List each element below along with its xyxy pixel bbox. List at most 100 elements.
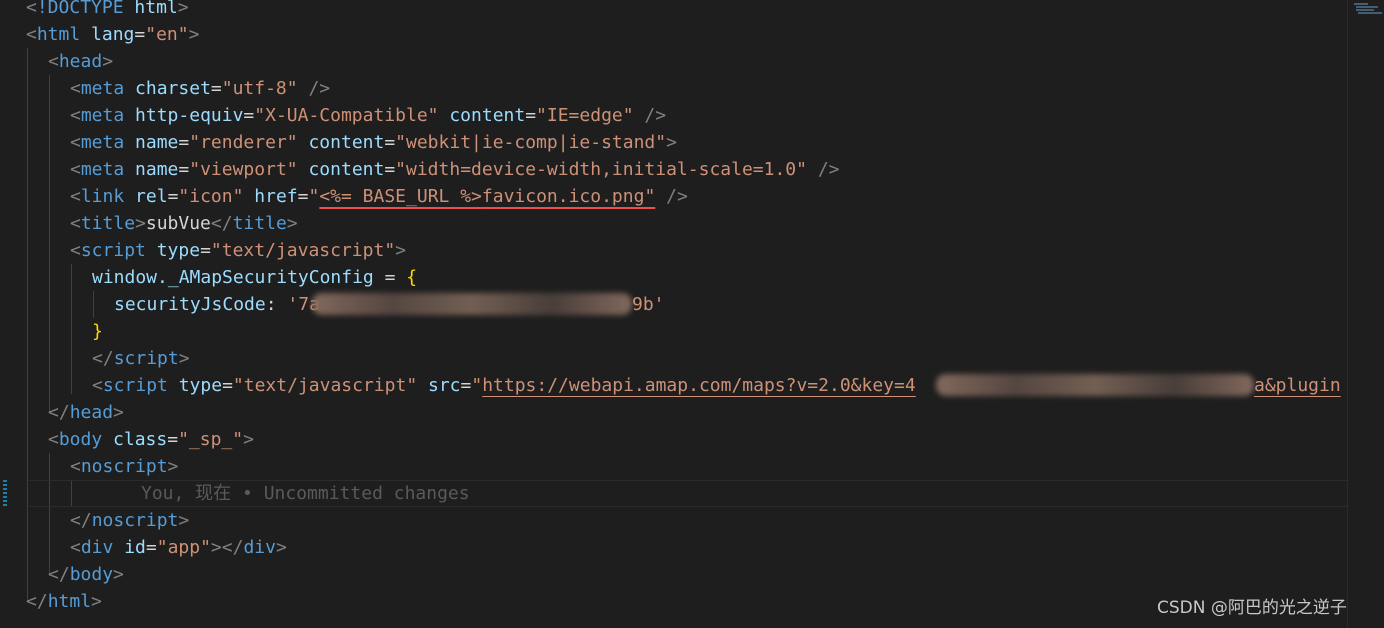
code-editor[interactable]: <!DOCTYPE html> <html lang="en"> <head> … [0, 0, 1347, 628]
code-line[interactable]: <div id="app"></div> [70, 534, 287, 561]
indent-guide [49, 75, 50, 412]
code-line[interactable]: <meta charset="utf-8" /> [70, 75, 330, 102]
token-bracket: < [70, 78, 81, 99]
token-bracket: < [70, 213, 81, 234]
token-value: "en" [145, 24, 189, 45]
token-bracket: < [48, 429, 59, 450]
csdn-watermark: CSDN @阿巴的光之逆子 [1157, 598, 1347, 618]
token-bracket: /> [655, 186, 688, 207]
token-bracket: < [70, 186, 81, 207]
token-attribute: type [178, 375, 223, 396]
token-bracket: < [26, 0, 37, 18]
token-attribute: charset [135, 78, 211, 99]
token-doctype: !DOCTYPE [36, 0, 124, 18]
token-bracket: < [70, 105, 81, 126]
token-tag: div [243, 537, 276, 558]
token-value: "IE=edge" [536, 105, 634, 126]
token-tag: html [36, 24, 81, 45]
token-tag: script [80, 240, 146, 261]
script-src-link[interactable]: https://webapi.amap.com/maps?v=2.0&key=4 [482, 375, 915, 396]
token-tag: meta [80, 105, 125, 126]
token-bracket: > [178, 348, 190, 369]
code-line[interactable]: <body class="_sp_"> [48, 426, 254, 453]
token-operator: = [178, 159, 190, 180]
token-operator: = [525, 105, 537, 126]
token-tag: head [69, 402, 114, 423]
token-attribute: src [428, 375, 461, 396]
uncommitted-change-marker [3, 480, 7, 507]
token-value: " [308, 186, 320, 207]
token-attribute: html [134, 0, 178, 18]
token-tag: link [80, 186, 125, 207]
token-value: "X-UA-Compatible" [254, 105, 439, 126]
token-bracket: > [210, 537, 222, 558]
code-line[interactable]: </head> [48, 399, 124, 426]
code-line[interactable]: <noscript> [70, 453, 178, 480]
code-line[interactable]: <meta http-equiv="X-UA-Compatible" conte… [70, 102, 666, 129]
redacted-api-key [936, 374, 1254, 396]
token-bracket: /> [297, 78, 331, 99]
token-value: "text/javascript" [232, 375, 418, 396]
minimap-line [1356, 9, 1374, 11]
token-bracket: > [91, 591, 102, 612]
code-line[interactable]: } [92, 318, 103, 345]
code-line[interactable]: <html lang="en"> [26, 21, 199, 48]
token-tag: body [58, 429, 103, 450]
token-attribute: type [156, 240, 201, 261]
token-operator: = [384, 159, 396, 180]
code-line[interactable]: You, 现在 • Uncommitted changes [141, 480, 470, 507]
token-bracket: </ [92, 348, 114, 369]
token-attribute: lang [91, 24, 135, 45]
code-line[interactable]: <title>subVue</title> [70, 210, 298, 237]
token-tag: title [232, 213, 287, 234]
token-bracket: > [243, 429, 254, 450]
token-identifier: window._AMapSecurityConfig [92, 267, 374, 288]
token-bracket: > [666, 132, 677, 153]
token-operator: = [384, 132, 396, 153]
code-line[interactable]: </html> [26, 588, 102, 615]
token-bracket: > [135, 213, 146, 234]
code-line[interactable]: <link rel="icon" href="<%= BASE_URL %>fa… [70, 183, 688, 210]
token-value: favicon.ico.png" [481, 186, 656, 207]
redacted-security-code [312, 293, 632, 315]
code-line[interactable]: <script type="text/javascript" src="http… [92, 372, 916, 399]
token-bracket: < [48, 51, 59, 72]
minimap-line [1358, 12, 1382, 14]
token-tag: meta [80, 159, 125, 180]
code-line[interactable]: </noscript> [70, 507, 189, 534]
code-line[interactable]: </body> [48, 561, 124, 588]
token-bracket: </ [210, 213, 233, 234]
token-operator: = [222, 375, 233, 396]
code-line[interactable]: <script type="text/javascript"> [70, 237, 406, 264]
token-attribute: content [308, 132, 385, 153]
token-tag: div [80, 537, 114, 558]
token-bracket: > [275, 537, 287, 558]
code-line[interactable]: </script> [92, 345, 190, 372]
token-attribute: content [308, 159, 385, 180]
token-tag: script [102, 375, 168, 396]
token-operator: = [167, 186, 179, 207]
code-line[interactable]: window._AMapSecurityConfig = { [92, 264, 417, 291]
code-line[interactable]: <head> [48, 48, 113, 75]
code-line[interactable]: <meta name="viewport" content="width=dev… [70, 156, 840, 183]
token-bracket: /> [806, 159, 840, 180]
token-operator: : [265, 294, 288, 315]
code-line[interactable]: <!DOCTYPE html> [26, 0, 189, 21]
token-bracket: </ [221, 537, 244, 558]
token-attribute: class [113, 429, 168, 450]
token-bracket: > [113, 564, 124, 585]
token-bracket: > [113, 402, 124, 423]
error-squiggle-template-tag[interactable]: <%= BASE_URL %> [319, 186, 482, 207]
token-property: securityJsCode [114, 294, 266, 315]
token-tag: title [80, 213, 136, 234]
code-line[interactable]: securityJsCode: '7a [114, 291, 320, 318]
token-operator: = [145, 537, 157, 558]
token-value: " [471, 375, 483, 396]
token-attribute: name [135, 159, 179, 180]
token-bracket: > [188, 24, 200, 45]
token-attribute: href [254, 186, 298, 207]
token-bracket: < [26, 24, 37, 45]
code-line[interactable]: <meta name="renderer" content="webkit|ie… [70, 129, 677, 156]
minimap[interactable] [1347, 0, 1384, 628]
script-src-link-end[interactable]: a&plugin [1254, 375, 1341, 396]
